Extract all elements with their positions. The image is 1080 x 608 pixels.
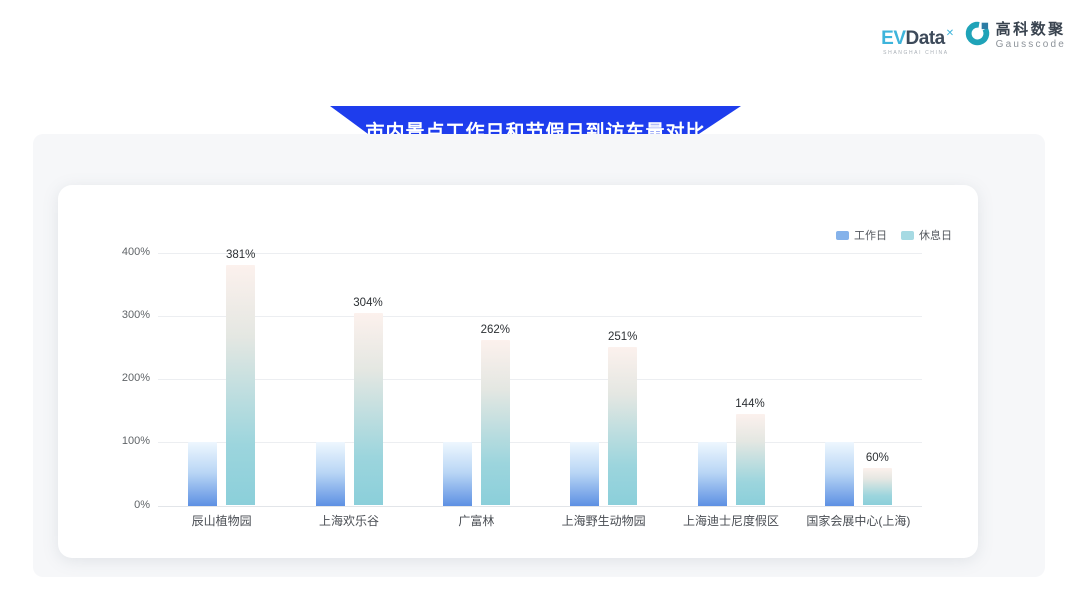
x-axis-line (158, 506, 922, 507)
gausscode-text: 高科数聚 Gausscode (996, 22, 1066, 50)
bar-workday (698, 442, 727, 505)
chart-card: 工作日 休息日 0%100%200%300%400%381%辰山植物园304%上… (58, 185, 978, 558)
bar-workday (443, 442, 472, 505)
bar-workday (188, 442, 217, 505)
x-axis-label: 上海欢乐谷 (279, 512, 419, 529)
bar-value-label: 381% (196, 249, 286, 261)
bar-value-label: 144% (705, 398, 795, 410)
evdata-logo: EVData✕ SHANGHAI CHINA (881, 20, 953, 56)
gausscode-g-icon (964, 20, 991, 52)
gridline (158, 379, 922, 380)
evdata-data-text: Data (906, 28, 945, 49)
x-axis-label: 广富林 (406, 512, 546, 529)
x-axis-label: 国家会展中心(上海) (788, 512, 928, 529)
bar-restday (608, 347, 637, 506)
bar-restday (354, 313, 383, 505)
evdata-subtext: SHANGHAI CHINA (883, 50, 948, 56)
evdata-spark-icon: ✕ (946, 28, 954, 39)
gausscode-cn-name: 高科数聚 (996, 22, 1066, 37)
bar-workday (316, 442, 345, 505)
gausscode-logo: 高科数聚 Gausscode (964, 20, 1066, 52)
evdata-ev-text: EV (881, 28, 905, 49)
bar-restday (736, 414, 765, 505)
page: EVData✕ SHANGHAI CHINA 高科数聚 Gausscode 市内… (0, 0, 1080, 608)
bar-restday (226, 265, 255, 506)
bar-restday (863, 468, 892, 506)
x-axis-label: 上海野生动物园 (534, 512, 674, 529)
chart-panel: 工作日 休息日 0%100%200%300%400%381%辰山植物园304%上… (33, 134, 1045, 577)
y-tick-label: 100% (98, 435, 150, 447)
gridline (158, 442, 922, 443)
gridline (158, 316, 922, 317)
bar-workday (570, 442, 599, 505)
bar-value-label: 251% (578, 331, 668, 343)
bar-restday (481, 340, 510, 506)
y-tick-label: 400% (98, 246, 150, 258)
x-axis-label: 辰山植物园 (152, 512, 292, 529)
bar-chart-plot: 0% 100% 200% 300% 400% 381% 辰山植物园 304% 上海欢乐谷 262%… (58, 185, 978, 558)
gausscode-en-name: Gausscode (996, 40, 1066, 50)
brand-area: EVData✕ SHANGHAI CHINA 高科数聚 Gausscode (881, 20, 1066, 56)
y-tick-label: 200% (98, 372, 150, 384)
evdata-wordmark: EVData✕ (881, 24, 953, 48)
bar-value-label: 304% (323, 297, 413, 309)
y-tick-label: 300% (98, 309, 150, 321)
y-tick-label: 0% (98, 499, 150, 511)
bar-value-label: 60% (832, 452, 922, 464)
x-axis-label: 上海迪士尼度假区 (661, 512, 801, 529)
bar-value-label: 262% (450, 324, 540, 336)
